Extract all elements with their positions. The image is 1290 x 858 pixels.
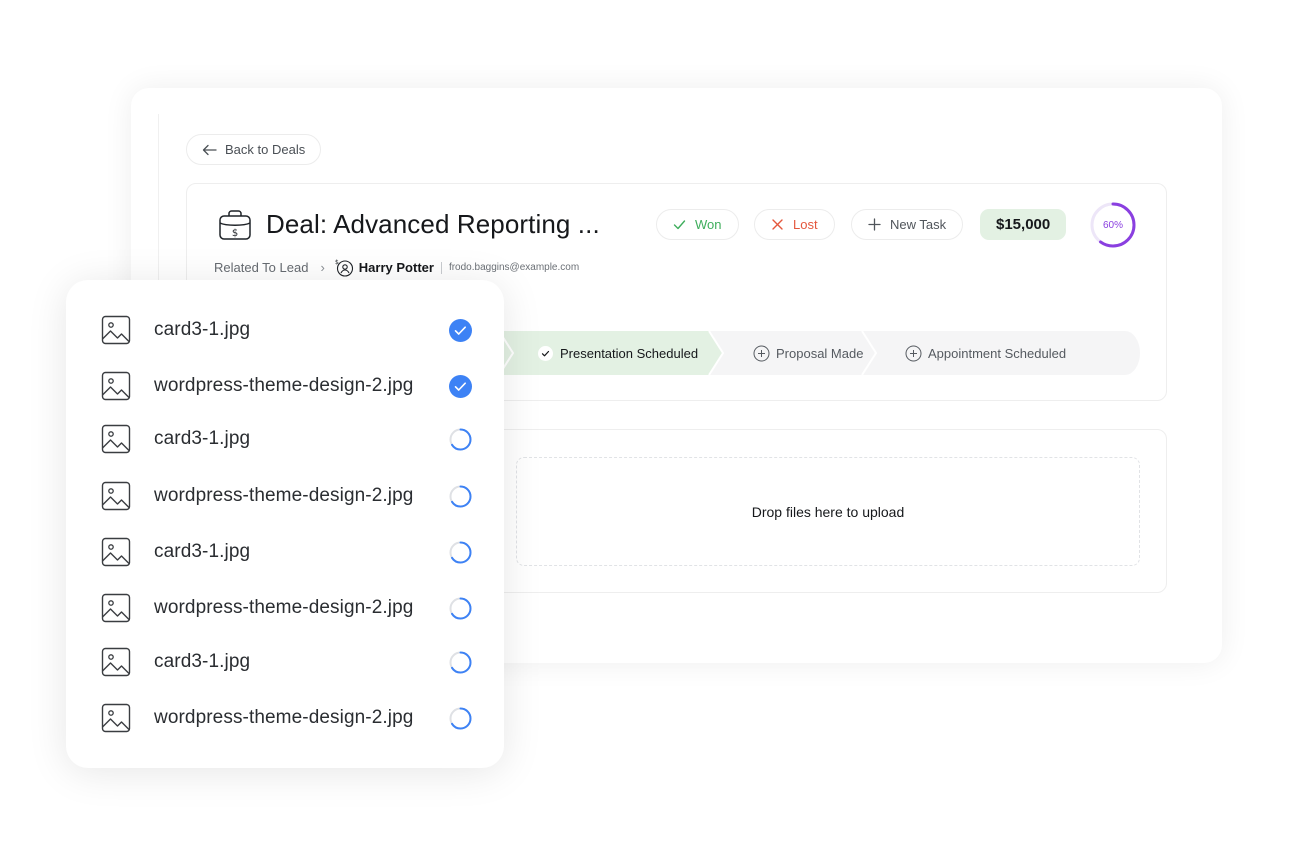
deal-amount-badge: $15,000 xyxy=(980,209,1067,240)
file-name: card3-1.jpg xyxy=(154,428,251,449)
file-row[interactable]: wordpress-theme-design-2.jpg xyxy=(101,698,481,738)
stage-label: Presentation Scheduled xyxy=(560,345,699,361)
related-prefix: Related To Lead xyxy=(214,260,309,275)
stage-label: Appointment Scheduled xyxy=(928,345,1067,361)
file-name: wordpress-theme-design-2.jpg xyxy=(154,485,414,506)
image-file-icon xyxy=(101,371,131,401)
chevron-right-icon: › xyxy=(320,260,325,275)
spinner-icon xyxy=(449,485,472,508)
stage-presentation-scheduled[interactable]: Presentation Scheduled xyxy=(537,331,698,375)
svg-text:$: $ xyxy=(232,228,238,239)
new-task-button[interactable]: New Task xyxy=(851,209,964,240)
divider xyxy=(440,261,442,274)
related-lead: Related To Lead › $ Harry Potter frodo.b… xyxy=(214,258,579,277)
spinner-icon xyxy=(449,541,472,564)
file-name: wordpress-theme-design-2.jpg xyxy=(154,597,414,618)
spinner-icon xyxy=(449,651,472,674)
spinner-icon xyxy=(449,707,472,730)
deal-title: Deal: Advanced Reporting ... xyxy=(266,209,600,239)
plus-circle-icon xyxy=(905,345,922,361)
file-name: card3-1.jpg xyxy=(154,319,251,340)
image-file-icon xyxy=(101,537,131,567)
file-name: wordpress-theme-design-2.jpg xyxy=(154,375,414,396)
image-file-icon xyxy=(101,481,131,511)
lead-avatar-icon: $ xyxy=(335,259,353,277)
image-file-icon xyxy=(101,647,131,677)
lost-button[interactable]: Lost xyxy=(754,209,835,240)
file-row[interactable]: card3-1.jpg xyxy=(101,642,481,682)
plus-circle-icon xyxy=(753,345,770,361)
check-circle-icon xyxy=(449,319,472,342)
file-name: wordpress-theme-design-2.jpg xyxy=(154,707,414,728)
image-file-icon xyxy=(101,315,131,345)
briefcase-dollar-icon: $ xyxy=(219,210,251,240)
check-circle-icon xyxy=(538,345,553,361)
lost-label: Lost xyxy=(793,217,818,232)
dropzone-text: Drop files here to upload xyxy=(751,503,905,520)
file-row[interactable]: card3-1.jpg xyxy=(101,532,481,572)
close-icon xyxy=(772,219,783,230)
spinner-icon xyxy=(449,597,472,620)
back-label: Back to Deals xyxy=(225,142,306,157)
svg-text:$: $ xyxy=(335,259,339,266)
stage-proposal-made[interactable]: Proposal Made xyxy=(753,331,863,375)
lead-email: frodo.baggins@example.com xyxy=(448,262,580,273)
file-row[interactable]: card3-1.jpg xyxy=(101,419,481,459)
progress-label: 60% xyxy=(1102,219,1123,231)
image-file-icon xyxy=(101,703,131,733)
file-dropzone[interactable]: Drop files here to upload xyxy=(516,457,1140,566)
new-task-label: New Task xyxy=(890,217,947,232)
won-button[interactable]: Won xyxy=(656,209,739,240)
file-name: card3-1.jpg xyxy=(154,651,251,672)
stage-label: Proposal Made xyxy=(776,345,864,361)
spinner-icon xyxy=(449,428,472,451)
lead-name-link[interactable]: Harry Potter xyxy=(359,260,434,275)
check-icon xyxy=(673,220,686,230)
plus-icon xyxy=(868,218,881,231)
file-row[interactable]: card3-1.jpg xyxy=(101,310,481,350)
file-name: card3-1.jpg xyxy=(154,541,251,562)
check-circle-icon xyxy=(449,375,472,398)
arrow-left-icon xyxy=(202,144,217,155)
back-to-deals-button[interactable]: Back to Deals xyxy=(186,134,322,165)
won-label: Won xyxy=(695,217,722,232)
file-row[interactable]: wordpress-theme-design-2.jpg xyxy=(101,366,481,406)
file-row[interactable]: wordpress-theme-design-2.jpg xyxy=(101,476,481,516)
file-row[interactable]: wordpress-theme-design-2.jpg xyxy=(101,588,481,628)
image-file-icon xyxy=(101,424,131,454)
image-file-icon xyxy=(101,593,131,623)
upload-file-list: card3-1.jpg wordpress-theme-design-2.jpg… xyxy=(66,280,504,768)
stage-appointment-scheduled[interactable]: Appointment Scheduled xyxy=(905,331,1066,375)
